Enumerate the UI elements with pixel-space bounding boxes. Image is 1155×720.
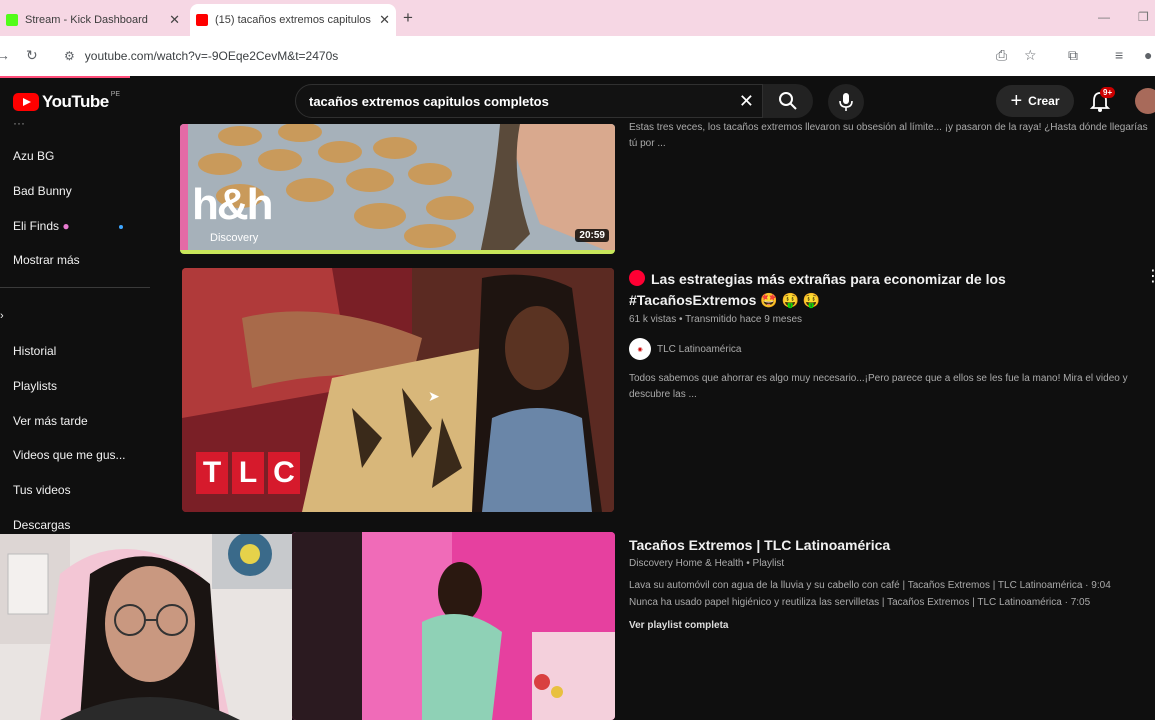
guide-sidebar: ··· Azu BG Bad Bunny Eli Finds ● Mostrar… [0, 116, 160, 544]
more-actions-icon[interactable]: ⋮ [1145, 266, 1155, 286]
sidebar-item-watch-later[interactable]: Ver más tarde [13, 414, 88, 428]
notification-count-badge: 9+ [1100, 87, 1116, 98]
site-info-icon[interactable]: ⚙ [64, 49, 75, 63]
kick-favicon-icon [6, 14, 18, 26]
youtube-favicon-icon [196, 14, 208, 26]
thumbnail-text: h&h [192, 180, 274, 229]
new-content-dot [119, 225, 123, 229]
playlist-meta: Discovery Home & Health • Playlist [629, 558, 785, 569]
tab-title: (15) tacaños extremos capitulos [215, 14, 371, 26]
url-text[interactable]: youtube.com/watch?v=-9OEqe2CevM&t=2470s [85, 49, 338, 63]
playlist-result[interactable]: Tacaños Extremos | TLC Latinoamérica Dis… [629, 534, 1149, 631]
search-button[interactable] [763, 84, 813, 118]
extensions-icon[interactable]: ⧉ [1068, 47, 1078, 64]
install-app-icon[interactable]: ⎙ [996, 47, 1007, 64]
video-meta: 61 k vistas • Transmitido hace 9 meses [629, 314, 803, 325]
sidebar-item-bad-bunny[interactable]: Bad Bunny [13, 184, 72, 198]
streamer-webcam-image [0, 534, 292, 720]
description-line: Estas tres veces, los tacaños extremos l… [629, 122, 1148, 133]
discovery-brand: Discovery [210, 232, 259, 244]
video-thumbnail[interactable]: h&h Discovery 20:59 [180, 124, 615, 254]
tab-close-icon[interactable]: ✕ [169, 12, 180, 28]
description-line: Todos sabemos que ahorrar es algo muy ne… [629, 373, 1128, 384]
crystal-emoji-icon: ● [62, 219, 70, 233]
country-code: PE [110, 90, 121, 98]
tab-youtube[interactable]: (15) tacaños extremos capitulos ✕ [190, 4, 396, 36]
new-tab-icon[interactable]: + [403, 8, 413, 28]
voice-search-button[interactable] [828, 84, 864, 120]
sidebar-item-eli-finds[interactable]: Eli Finds ● [13, 219, 70, 233]
search-icon [779, 92, 797, 110]
tlc-letter: C [268, 452, 300, 494]
restore-icon[interactable]: ❐ [1138, 10, 1149, 24]
browser-tab-strip: Stream - Kick Dashboard ✕ (15) tacaños e… [0, 0, 1155, 36]
tlc-logo: T L C [196, 452, 300, 494]
youtube-masthead: YouTube PE tacaños extremos capitulos co… [0, 78, 1155, 124]
playlist-item[interactable]: Nunca ha usado papel higiénico y reutili… [629, 595, 1149, 611]
search-input[interactable]: tacaños extremos capitulos completos ✕ [295, 84, 763, 118]
webcam-overlay [0, 534, 292, 720]
address-toolbar: → ↻ ⚙ youtube.com/watch?v=-9OEqe2CevM&t=… [0, 36, 1155, 76]
chevron-right-icon[interactable]: › [0, 310, 4, 322]
channel-name[interactable]: TLC Latinoamérica [657, 344, 741, 355]
tab-kick-dashboard[interactable]: Stream - Kick Dashboard ✕ [0, 4, 186, 36]
microphone-icon [839, 93, 853, 111]
sidebar-item-cut[interactable]: ··· [13, 116, 25, 130]
sidebar-item-show-more[interactable]: Mostrar más [13, 253, 80, 267]
account-avatar[interactable] [1135, 88, 1155, 114]
video-description: Todos sabemos que ahorrar es algo muy ne… [629, 371, 1155, 403]
profile-icon[interactable]: ● [1144, 47, 1152, 63]
video-title-hashtag[interactable]: #TacañosExtremos 🤩 🤑 🤑 [629, 289, 1129, 311]
video-result[interactable]: Las estrategias más extrañas para econom… [629, 268, 1129, 403]
result-description-top: Estas tres veces, los tacaños extremos l… [629, 120, 1154, 152]
title-line: Las estrategias más extrañas para econom… [651, 271, 1006, 287]
playlist-title[interactable]: Tacaños Extremos | TLC Latinoamérica [629, 534, 1149, 556]
sidebar-item-liked-videos[interactable]: Videos que me gus... [13, 448, 126, 462]
tlc-letter: T [196, 452, 228, 494]
back-icon[interactable]: → [0, 47, 10, 63]
sidebar-item-your-videos[interactable]: Tus videos [13, 483, 71, 497]
plus-icon: + [1010, 89, 1023, 112]
youtube-logo[interactable]: YouTube PE [13, 90, 121, 112]
video-title[interactable]: Las estrategias más extrañas para econom… [629, 268, 1129, 290]
search-query[interactable]: tacaños extremos capitulos completos [309, 94, 739, 109]
create-button[interactable]: + Crear [996, 85, 1074, 117]
sidebar-item-playlists[interactable]: Playlists [13, 379, 57, 393]
playlist-item[interactable]: Lava su automóvil con agua de la lluvia … [629, 578, 1149, 594]
reload-icon[interactable]: ↻ [26, 47, 38, 64]
playlist-thumbnail[interactable] [292, 532, 615, 720]
sidebar-divider [0, 287, 150, 288]
channel-avatar: ◉ [629, 338, 651, 360]
sidebar-item-downloads[interactable]: Descargas [13, 518, 70, 532]
bookmark-star-icon[interactable]: ☆ [1024, 47, 1037, 64]
mouse-cursor-icon: ➤ [428, 388, 440, 404]
sidebar-item-azu-bg[interactable]: Azu BG [13, 149, 54, 163]
logo-text: YouTube [42, 92, 109, 111]
description-line: tú por ... [629, 138, 666, 149]
view-full-playlist-link[interactable]: Ver playlist completa [629, 620, 1149, 631]
description-line: descubre las ... [629, 389, 697, 400]
video-thumbnail[interactable]: T L C ➤ [182, 268, 614, 512]
minimize-icon[interactable]: — [1098, 10, 1110, 24]
tab-title: Stream - Kick Dashboard [25, 14, 148, 26]
tab-close-icon[interactable]: ✕ [379, 12, 390, 28]
channel-link[interactable]: ◉ TLC Latinoamérica [629, 338, 1129, 360]
video-duration: 20:59 [575, 229, 609, 242]
sidebar-item-history[interactable]: Historial [13, 344, 56, 358]
live-indicator-icon [629, 270, 645, 286]
sidebar-item-label: Eli Finds [13, 219, 60, 233]
tlc-letter: L [232, 452, 264, 494]
omnibox[interactable]: ⚙ youtube.com/watch?v=-9OEqe2CevM&t=2470… [56, 42, 1056, 70]
media-controls-icon[interactable]: ≡ [1115, 47, 1123, 63]
create-label: Crear [1028, 94, 1060, 108]
clear-search-icon[interactable]: ✕ [739, 91, 754, 112]
pink-room-image [292, 532, 615, 720]
youtube-play-icon [13, 93, 39, 111]
